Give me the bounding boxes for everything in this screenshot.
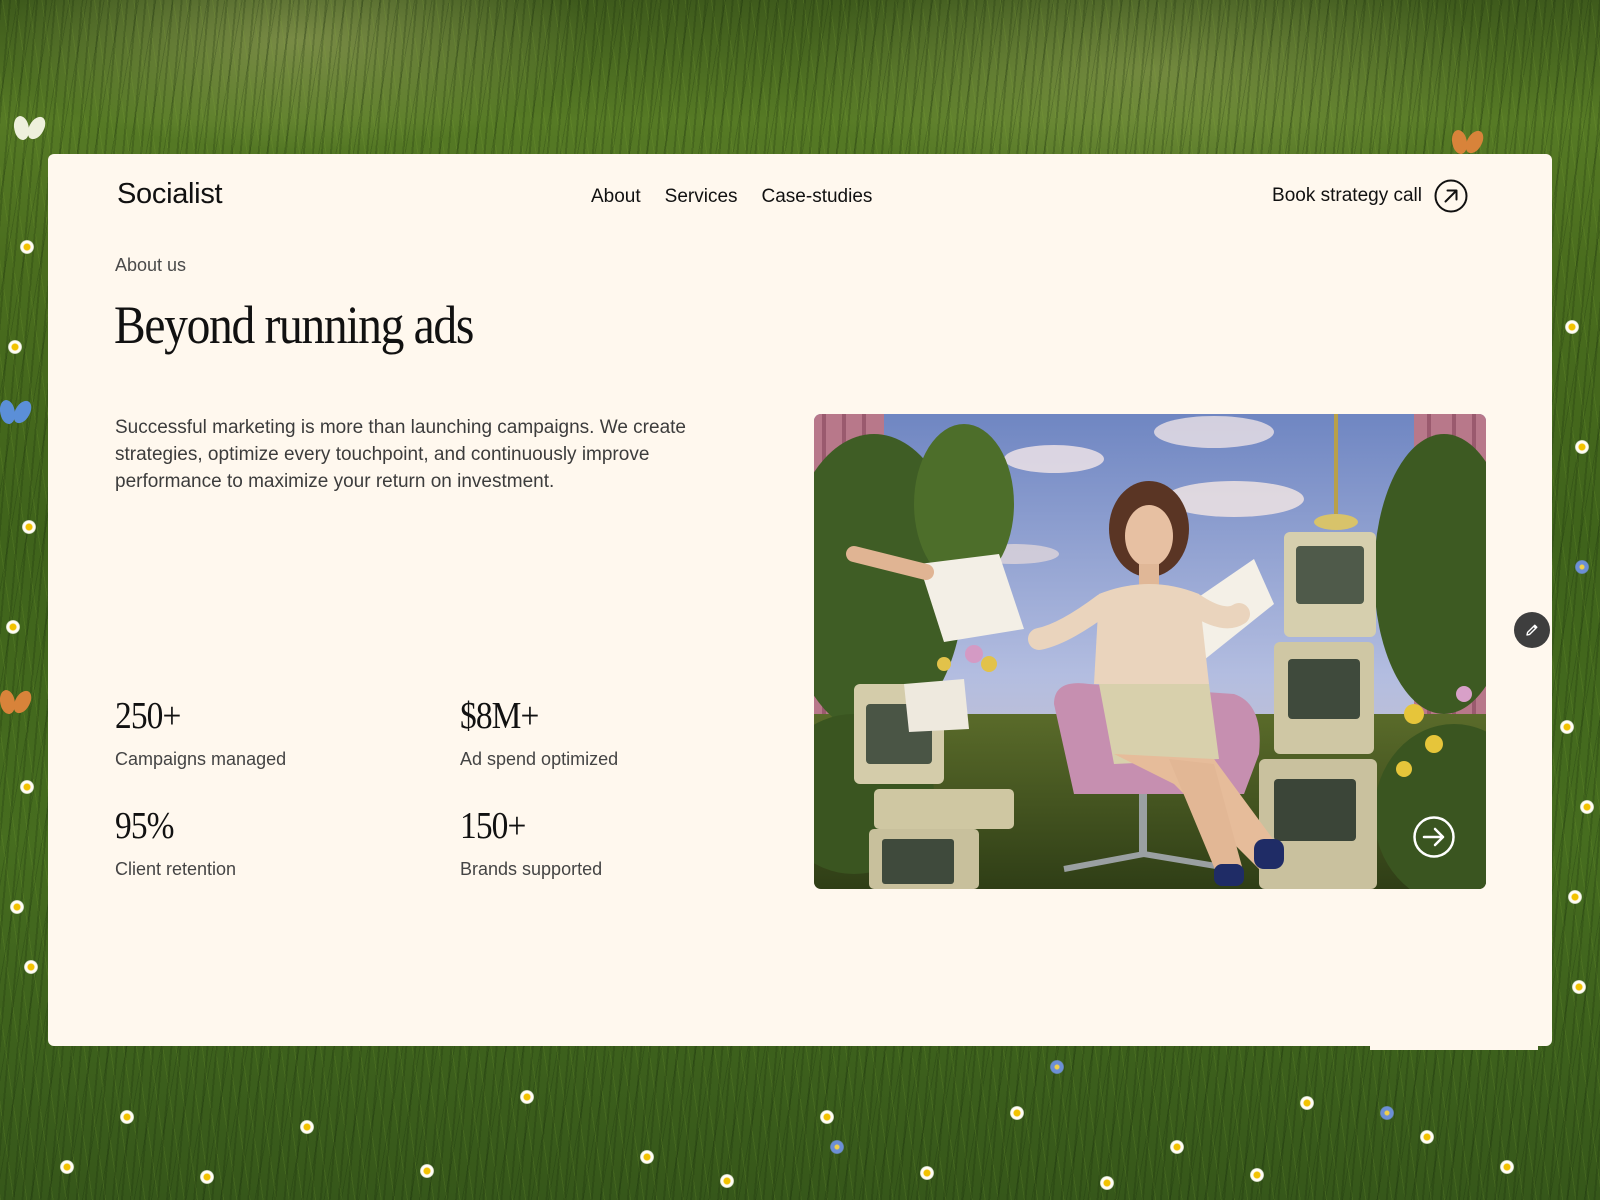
page-title: Beyond running ads xyxy=(114,295,474,355)
edit-button[interactable] xyxy=(1514,612,1550,648)
stat-value: $8M+ xyxy=(460,695,539,737)
arrow-right-circle-icon[interactable] xyxy=(1412,815,1456,859)
stat-label: Campaigns managed xyxy=(115,749,287,769)
intro-paragraph: Successful marketing is more than launch… xyxy=(115,417,686,492)
nav-link-services[interactable]: Services xyxy=(665,186,738,208)
nav-link-case-studies[interactable]: Case-studies xyxy=(762,186,873,208)
section-eyebrow: About us xyxy=(115,255,187,275)
book-strategy-call-button[interactable]: Book strategy call xyxy=(1272,179,1468,213)
cta-label: Book strategy call xyxy=(1272,185,1422,206)
brand-logo[interactable]: Socialist xyxy=(117,178,223,211)
nav-link-about[interactable]: About xyxy=(591,186,641,208)
stat-value: 95% xyxy=(115,805,175,847)
stat-value: 150+ xyxy=(460,805,526,847)
stat-brands: 150+ Brands supported xyxy=(460,805,760,880)
stat-label: Client retention xyxy=(115,859,237,879)
stat-retention: 95% Client retention xyxy=(115,805,415,880)
stat-label: Brands supported xyxy=(460,859,603,879)
hero-image xyxy=(814,414,1486,889)
stat-label: Ad spend optimized xyxy=(460,749,619,769)
stat-ad-spend: $8M+ Ad spend optimized xyxy=(460,695,760,770)
stat-campaigns: 250+ Campaigns managed xyxy=(115,695,415,770)
stat-value: 250+ xyxy=(115,695,181,737)
primary-nav: About Services Case-studies xyxy=(591,186,872,208)
arrow-up-right-circle-icon xyxy=(1434,179,1468,213)
bottom-tab-edge xyxy=(1370,1034,1538,1050)
main-card: Socialist About Services Case-studies Bo… xyxy=(48,154,1552,1046)
pencil-icon xyxy=(1526,624,1538,636)
